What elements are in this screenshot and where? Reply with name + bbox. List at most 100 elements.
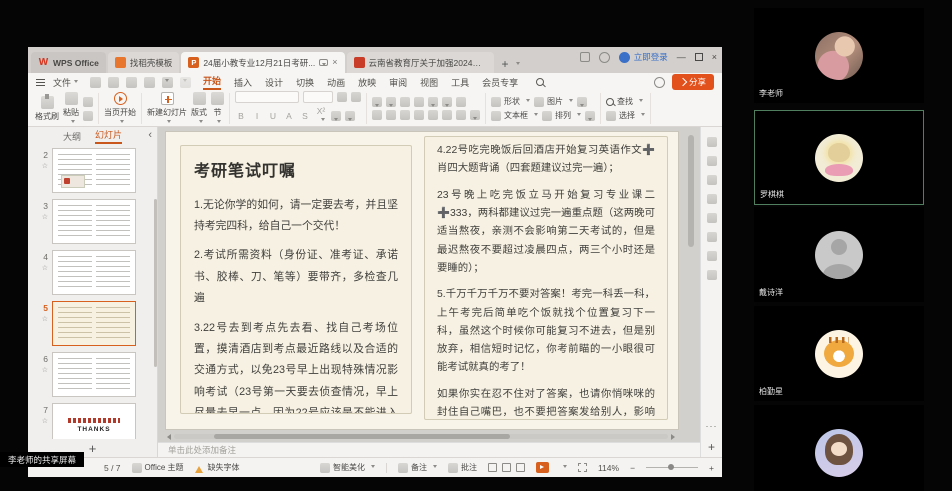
menu-slideshow[interactable]: 放映 [358, 76, 376, 89]
paste-button[interactable]: 粘贴 [63, 92, 79, 125]
output-icon[interactable] [144, 77, 155, 88]
add-tool-icon[interactable]: + [708, 440, 715, 454]
slide-thumbnail-5-current[interactable]: 5☆ [33, 301, 157, 346]
resources-icon[interactable] [707, 213, 717, 223]
participant-tile[interactable]: 李老师 [754, 8, 924, 103]
outline-color-icon[interactable] [585, 111, 595, 121]
tab-pdf-document[interactable]: 云南省教育厅关于加强2024年硕士研... [347, 52, 494, 73]
zoom-slider-knob[interactable] [668, 464, 674, 470]
comments-toggle-button[interactable]: 批注 [448, 462, 477, 473]
tab-docer-templates[interactable]: 找稻壳模板 [108, 52, 180, 73]
slide-textbox-left[interactable]: 考研笔试叮嘱 1.无论你学的如何，请一定要去考，并且坚持考完四科，给自己一个交代… [180, 145, 412, 414]
menu-design[interactable]: 设计 [265, 76, 283, 89]
fill-color-icon[interactable] [577, 97, 587, 107]
participant-tile[interactable]: 柏勤星 [754, 306, 924, 401]
minimize-button[interactable]: — [677, 53, 686, 62]
help-panel-icon[interactable] [707, 270, 717, 280]
arrange-button[interactable]: 排列 [542, 110, 581, 121]
play-options-dropdown[interactable] [560, 463, 567, 473]
menu-insert[interactable]: 插入 [234, 76, 252, 89]
columns-icon[interactable] [456, 97, 466, 107]
file-menu[interactable]: 文件 [53, 76, 78, 89]
format-painter-button[interactable]: 格式刷 [35, 96, 59, 122]
text-direction-icon[interactable] [428, 97, 438, 107]
superscript-button[interactable]: X² [315, 106, 327, 126]
textbox-button[interactable]: 文本框 [491, 110, 538, 121]
section-button[interactable]: 节 [211, 92, 224, 125]
tab-wps-home[interactable]: W WPS Office [31, 52, 106, 73]
normal-view-icon[interactable] [488, 463, 497, 472]
char-spacing-button[interactable]: A [283, 111, 295, 121]
slide-thumbnail-4[interactable]: 4☆ [33, 250, 157, 295]
slide-canvas[interactable]: 考研笔试叮嘱 1.无论你学的如何，请一定要去考，并且坚持考完四科，给自己一个交代… [166, 132, 678, 429]
underline-button[interactable]: U [267, 111, 279, 121]
tab-outline[interactable]: 大纲 [63, 130, 81, 143]
share-panel-icon[interactable] [707, 194, 717, 204]
missing-font-warning[interactable]: 缺失字体 [195, 462, 240, 473]
bullet-list-icon[interactable] [372, 97, 382, 107]
search-icon[interactable] [536, 78, 544, 86]
close-tab-icon[interactable]: × [332, 58, 337, 67]
undo-icon[interactable] [162, 77, 173, 88]
menu-animations[interactable]: 动画 [327, 76, 345, 89]
vertical-align-top-icon[interactable] [442, 110, 452, 120]
align-center-icon[interactable] [386, 110, 396, 120]
decrease-font-icon[interactable] [351, 92, 361, 102]
horizontal-scrollbar[interactable] [164, 433, 678, 440]
font-size-select[interactable] [303, 91, 333, 103]
sidebar-toggle-icon[interactable] [580, 52, 590, 62]
print-icon[interactable] [108, 77, 119, 88]
slide-thumbnail-2[interactable]: 2☆ [33, 148, 157, 193]
layout-button[interactable]: 版式 [191, 92, 207, 125]
zoom-slider[interactable] [646, 467, 698, 469]
share-button[interactable]: 分享 [672, 74, 714, 90]
new-slide-button[interactable]: 新建幻灯片 [147, 92, 187, 125]
menu-review[interactable]: 审阅 [389, 76, 407, 89]
menu-view[interactable]: 视图 [420, 76, 438, 89]
properties-icon[interactable] [707, 137, 717, 147]
scroll-left-icon[interactable] [164, 434, 171, 440]
close-window-button[interactable]: × [712, 53, 717, 62]
align-right-icon[interactable] [400, 110, 410, 120]
notes-input[interactable]: 单击此处添加备注 [158, 442, 700, 457]
line-spacing-icon[interactable] [442, 97, 452, 107]
comment-bubble-icon[interactable] [319, 59, 328, 66]
menu-home[interactable]: 开始 [203, 74, 221, 90]
zoom-in-button[interactable]: + [709, 463, 714, 473]
font-family-select[interactable] [235, 91, 299, 103]
collapse-panel-icon[interactable]: ‹ [148, 129, 152, 141]
print-preview-icon[interactable] [126, 77, 137, 88]
font-color-icon[interactable] [331, 111, 341, 121]
select-button[interactable]: 选择 [606, 110, 645, 121]
slideshow-play-button[interactable] [536, 462, 549, 473]
indent-increase-icon[interactable] [414, 97, 424, 107]
find-button[interactable]: 查找 [606, 96, 645, 107]
align-options-icon[interactable] [470, 110, 480, 120]
zoom-out-button[interactable]: − [630, 463, 635, 473]
settings-globe-icon[interactable] [599, 52, 610, 63]
redo-icon[interactable] [180, 77, 191, 88]
favorites-icon[interactable] [707, 175, 717, 185]
copy-icon[interactable] [83, 111, 93, 121]
scrollbar-thumb[interactable] [214, 434, 510, 439]
participant-tile[interactable]: 戴诗洋 [754, 207, 924, 302]
increase-font-icon[interactable] [337, 92, 347, 102]
fullscreen-icon[interactable] [578, 463, 587, 472]
scroll-right-icon[interactable] [671, 434, 678, 440]
vertical-align-middle-icon[interactable] [456, 110, 466, 120]
slide-thumbnail-6[interactable]: 6☆ [33, 352, 157, 397]
help-icon[interactable] [654, 77, 665, 88]
slide-textbox-right[interactable]: 4.22号吃完晚饭后回酒店开始复习英语作文➕肖四大题背诵（四套题建议过完一遍）；… [424, 136, 668, 420]
italic-button[interactable]: I [251, 111, 263, 121]
participant-tile[interactable] [754, 405, 924, 491]
tab-slides[interactable]: 幻灯片 [95, 128, 122, 144]
bold-button[interactable]: B [235, 111, 247, 121]
animation-pane-icon[interactable] [707, 156, 717, 166]
play-from-current-button[interactable]: 当页开始 [104, 92, 136, 125]
shapes-button[interactable]: 形状 [491, 96, 530, 107]
tab-presentation-document[interactable]: P 24届小教专业12月21日考研... × [181, 52, 344, 73]
smart-beautify-button[interactable]: 智能美化 [320, 462, 375, 473]
highlight-color-icon[interactable] [345, 111, 355, 121]
slide-thumbnail-7[interactable]: 7☆ THANKS [33, 403, 157, 439]
assistant-icon[interactable] [707, 232, 717, 242]
